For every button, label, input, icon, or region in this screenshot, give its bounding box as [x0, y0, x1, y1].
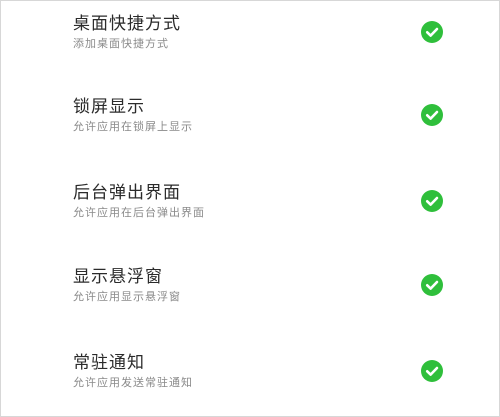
- permission-subtitle: 添加桌面快捷方式: [73, 37, 169, 50]
- permission-subtitle: 允许应用在后台弹出界面: [73, 206, 205, 219]
- permission-title: 锁屏显示: [73, 97, 145, 117]
- permission-item-background-popup[interactable]: 后台弹出界面 允许应用在后台弹出界面: [0, 182, 500, 222]
- permission-title: 显示悬浮窗: [73, 267, 163, 287]
- permission-subtitle: 允许应用发送常驻通知: [73, 376, 193, 389]
- permission-title: 桌面快捷方式: [73, 14, 181, 34]
- permission-list: 桌面快捷方式 添加桌面快捷方式 锁屏显示 允许应用在锁屏上显示 后台弹出界面 允…: [0, 0, 500, 417]
- permission-subtitle: 允许应用显示悬浮窗: [73, 290, 181, 303]
- permission-item-lockscreen-display[interactable]: 锁屏显示 允许应用在锁屏上显示: [0, 96, 500, 136]
- check-circle-icon[interactable]: [421, 104, 443, 126]
- permission-subtitle: 允许应用在锁屏上显示: [73, 120, 193, 133]
- permission-item-persistent-notification[interactable]: 常驻通知 允许应用发送常驻通知: [0, 352, 500, 392]
- check-circle-icon[interactable]: [421, 21, 443, 43]
- check-circle-icon[interactable]: [421, 274, 443, 296]
- check-circle-icon[interactable]: [421, 360, 443, 382]
- permission-item-floating-window[interactable]: 显示悬浮窗 允许应用显示悬浮窗: [0, 266, 500, 306]
- permission-item-desktop-shortcut[interactable]: 桌面快捷方式 添加桌面快捷方式: [0, 13, 500, 53]
- permission-title: 常驻通知: [73, 353, 145, 373]
- check-circle-icon[interactable]: [421, 190, 443, 212]
- permission-title: 后台弹出界面: [73, 183, 181, 203]
